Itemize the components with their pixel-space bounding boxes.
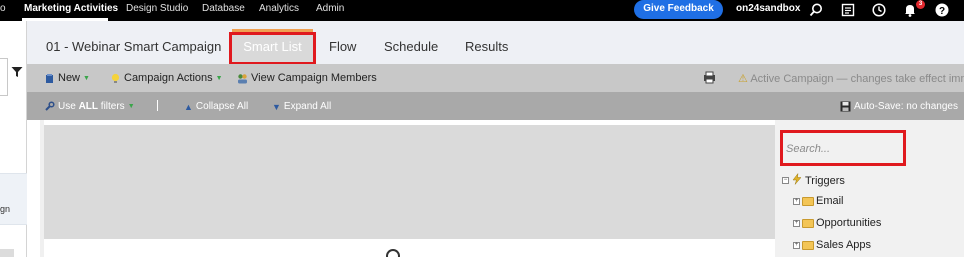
- palette-search-input[interactable]: [786, 141, 896, 157]
- loading-spinner-icon: [386, 249, 400, 257]
- expand-toggle-icon[interactable]: +: [793, 241, 800, 249]
- toolbar-separator: [157, 100, 158, 111]
- new-icon: [44, 73, 55, 84]
- expand-toggle-icon[interactable]: −: [782, 177, 789, 184]
- give-feedback-button[interactable]: Give Feedback: [634, 0, 723, 19]
- filter-drop-canvas[interactable]: [44, 125, 775, 239]
- dropdown-arrow-icon: ▼: [83, 74, 90, 82]
- use-all-filters-dropdown[interactable]: Use ALL filters ▼: [44, 101, 135, 112]
- filter-icon[interactable]: [11, 65, 23, 77]
- campaign-status-text: Active Campaign — changes take effect im…: [750, 73, 964, 85]
- top-nav: o Marketing Activities Design Studio Dat…: [0, 0, 964, 21]
- action-toolbar: New ▼ Campaign Actions ▼ View Campaign M…: [27, 64, 964, 92]
- nav-item-partial[interactable]: o: [0, 3, 6, 14]
- filter-toolbar: Use ALL filters ▼ ▲ Collapse All ▼ Expan…: [27, 92, 964, 120]
- members-icon: [237, 73, 248, 84]
- svg-text:?: ?: [939, 6, 945, 17]
- horizontal-scrollbar[interactable]: [0, 249, 14, 257]
- tab-schedule[interactable]: Schedule: [384, 39, 438, 54]
- clock-icon[interactable]: [871, 2, 887, 18]
- view-campaign-members-button[interactable]: View Campaign Members: [237, 72, 377, 84]
- tab-results[interactable]: Results: [465, 39, 508, 54]
- folder-icon: [802, 196, 814, 206]
- new-button[interactable]: New ▼: [44, 72, 90, 84]
- main-content: 01 - Webinar Smart Campaign Smart List F…: [27, 21, 964, 257]
- help-icon[interactable]: ?: [934, 2, 950, 18]
- highlight-box-smart-list: [229, 32, 316, 65]
- nav-item-analytics[interactable]: Analytics: [259, 3, 299, 14]
- campaign-tab-bar: 01 - Webinar Smart Campaign Smart List F…: [27, 21, 964, 65]
- instance-name[interactable]: on24sandbox: [736, 3, 800, 14]
- folder-icon: [802, 218, 814, 228]
- expand-all-button[interactable]: ▼ Expand All: [272, 101, 331, 112]
- nav-item-database[interactable]: Database: [202, 3, 245, 14]
- selected-tree-item[interactable]: [0, 173, 27, 225]
- notification-badge: 3: [916, 0, 925, 9]
- tree-item-label: Email: [816, 195, 844, 207]
- nav-item-admin[interactable]: Admin: [316, 3, 344, 14]
- dropdown-arrow-icon: ▼: [127, 103, 135, 110]
- campaign-actions-label: Campaign Actions: [124, 72, 213, 84]
- expand-all-label: Expand All: [283, 101, 332, 112]
- campaign-actions-button[interactable]: Campaign Actions ▼: [110, 72, 223, 84]
- collapse-icon: ▲: [184, 101, 193, 112]
- tree-search-field[interactable]: [0, 58, 8, 96]
- collapse-all-button[interactable]: ▲ Collapse All: [184, 101, 248, 112]
- tree-item-sales-apps[interactable]: + Sales Apps: [793, 239, 871, 251]
- lightbulb-icon: [110, 73, 121, 84]
- trigger-bolt-icon: [791, 172, 803, 188]
- tab-flow[interactable]: Flow: [329, 39, 356, 54]
- palette-search-box: [780, 130, 906, 166]
- campaign-title: 01 - Webinar Smart Campaign: [46, 39, 222, 54]
- autosave-status: Auto-Save: no changes: [840, 101, 958, 112]
- tree-item-label-cut: gn: [0, 204, 11, 214]
- new-label: New: [58, 72, 81, 84]
- search-icon[interactable]: [808, 2, 824, 18]
- left-sidebar: gn: [0, 21, 27, 257]
- warning-icon: ⚠: [738, 73, 748, 85]
- expand-toggle-icon[interactable]: +: [793, 197, 800, 205]
- view-members-label: View Campaign Members: [251, 72, 377, 84]
- campaign-status-message: ⚠ Active Campaign — changes take effect …: [738, 72, 964, 85]
- tree-item-label: Triggers: [805, 174, 845, 187]
- folder-icon: [802, 240, 814, 250]
- filter-palette: − Triggers + Email + Opportunities +: [775, 120, 964, 257]
- app-root: o Marketing Activities Design Studio Dat…: [0, 0, 964, 257]
- save-icon: [840, 101, 851, 112]
- collapse-all-label: Collapse All: [195, 101, 249, 112]
- use-filters-label: Use ALL filters: [58, 101, 125, 112]
- autosave-label: Auto-Save: no changes: [854, 101, 958, 112]
- dropdown-arrow-icon: ▼: [215, 74, 223, 82]
- smart-list-workarea: − Triggers + Email + Opportunities +: [27, 120, 964, 257]
- printer-icon[interactable]: [703, 71, 716, 84]
- expand-icon: ▼: [272, 101, 281, 112]
- tree-item-label: Sales Apps: [816, 239, 872, 251]
- expand-toggle-icon[interactable]: +: [793, 219, 800, 227]
- tree-item-label: Opportunities: [816, 217, 882, 229]
- nav-item-design-studio[interactable]: Design Studio: [126, 3, 188, 14]
- tree-item-opportunities[interactable]: + Opportunities: [793, 217, 881, 229]
- wrench-icon: [44, 101, 55, 112]
- nav-item-marketing-activities[interactable]: Marketing Activities: [24, 3, 118, 14]
- tree-item-triggers[interactable]: − Triggers: [782, 172, 845, 188]
- tree-item-email[interactable]: + Email: [793, 195, 844, 207]
- calendar-icon[interactable]: [840, 2, 856, 18]
